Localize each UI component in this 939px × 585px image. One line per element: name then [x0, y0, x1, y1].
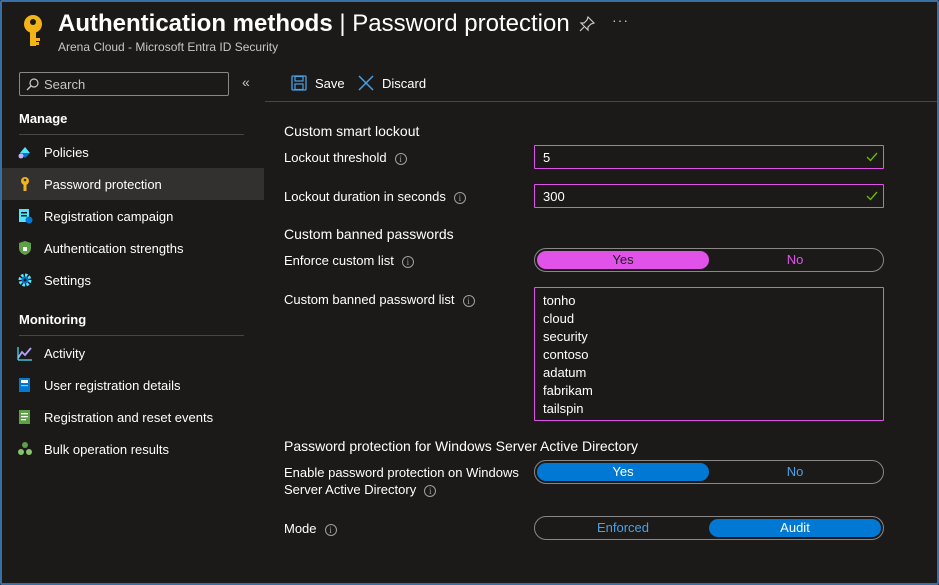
- sidebar-item-policies[interactable]: Policies: [2, 136, 264, 168]
- check-icon: [866, 191, 878, 201]
- enable-ad-protection-text: Enable password protection on Windows Se…: [284, 465, 519, 497]
- search-input[interactable]: [44, 75, 224, 93]
- save-label: Save: [315, 75, 345, 91]
- command-bar: Save Discard: [265, 62, 937, 102]
- key-icon: [24, 15, 42, 46]
- page-title-main: Authentication methods: [58, 10, 333, 37]
- lockout-duration-label: Lockout duration in seconds i: [284, 189, 466, 204]
- lockout-duration-text: Lockout duration in seconds: [284, 189, 446, 204]
- banned-password-item: tonho: [543, 293, 576, 308]
- sidebar-item-label: Bulk operation results: [44, 442, 170, 457]
- banned-password-item: security: [543, 329, 588, 344]
- enable-ad-no-option[interactable]: No: [709, 463, 881, 481]
- smart-lockout-title: Custom smart lockout: [284, 123, 420, 139]
- info-icon[interactable]: i: [462, 294, 475, 307]
- gear-icon: [18, 273, 32, 287]
- enable-ad-yes-option[interactable]: Yes: [537, 463, 709, 481]
- enforce-custom-list-toggle[interactable]: Yes No: [534, 248, 884, 272]
- lockout-duration-input[interactable]: [543, 188, 843, 204]
- user-details-icon: [19, 378, 30, 392]
- enforce-custom-list-text: Enforce custom list: [284, 253, 394, 268]
- more-options-icon[interactable]: ···: [612, 12, 629, 28]
- banned-list-text: Custom banned password list: [284, 292, 455, 307]
- info-icon[interactable]: i: [424, 484, 437, 497]
- enable-ad-protection-label: Enable password protection on Windows Se…: [284, 464, 529, 498]
- check-icon: [866, 152, 878, 162]
- sidebar-item-authentication-strengths[interactable]: Authentication strengths: [2, 232, 264, 264]
- sidebar-item-label: User registration details: [44, 378, 181, 393]
- page-subtitle: Arena Cloud - Microsoft Entra ID Securit…: [58, 40, 279, 54]
- registration-icon: [19, 209, 33, 224]
- sidebar-item-label: Registration campaign: [44, 209, 174, 224]
- info-icon[interactable]: i: [394, 152, 407, 165]
- sidebar-item-label: Password protection: [44, 177, 162, 192]
- save-icon: [291, 75, 307, 91]
- page-title-separator: |: [332, 10, 353, 37]
- info-icon[interactable]: i: [401, 255, 414, 268]
- sidebar-item-user-registration-details[interactable]: User registration details: [2, 369, 264, 401]
- save-button[interactable]: Save: [291, 74, 345, 92]
- shield-icon: [19, 241, 31, 255]
- monitoring-section-title: Monitoring: [19, 312, 87, 327]
- sidebar-item-bulk-operation-results[interactable]: Bulk operation results: [2, 433, 264, 465]
- lockout-duration-field[interactable]: [534, 184, 884, 208]
- banned-password-list-textarea[interactable]: tonho cloud security contoso adatum fabr…: [534, 287, 884, 421]
- lockout-threshold-input[interactable]: [543, 149, 843, 165]
- key-icon: [21, 177, 29, 191]
- sidebar-item-password-protection[interactable]: Password protection: [2, 168, 264, 200]
- mode-audit-option[interactable]: Audit: [709, 519, 881, 537]
- mode-toggle[interactable]: Enforced Audit: [534, 516, 884, 540]
- mode-enforced-option[interactable]: Enforced: [537, 519, 709, 537]
- pin-icon[interactable]: [579, 16, 595, 32]
- lockout-threshold-field[interactable]: [534, 145, 884, 169]
- sidebar-item-label: Settings: [44, 273, 91, 288]
- sidebar-item-label: Registration and reset events: [44, 410, 214, 425]
- mode-text: Mode: [284, 521, 317, 536]
- events-icon: [19, 410, 30, 424]
- collapse-sidebar-icon[interactable]: «: [242, 74, 250, 90]
- page-title: Authentication methods | Password protec…: [58, 9, 570, 39]
- sidebar: « Manage Policies Password protection Re…: [2, 62, 264, 583]
- sidebar-item-registration-campaign[interactable]: Registration campaign: [2, 200, 264, 232]
- banned-password-item: fabrikam: [543, 383, 593, 398]
- close-icon: [358, 75, 374, 91]
- info-icon[interactable]: i: [324, 523, 337, 536]
- mode-label: Mode i: [284, 521, 337, 536]
- ad-protection-title: Password protection for Windows Server A…: [284, 438, 639, 454]
- monitoring-divider: [19, 335, 244, 336]
- page-title-section: Password protection: [352, 10, 570, 37]
- banned-password-item: tailspin: [543, 401, 584, 416]
- sidebar-item-registration-reset-events[interactable]: Registration and reset events: [2, 401, 264, 433]
- enable-ad-protection-toggle[interactable]: Yes No: [534, 460, 884, 484]
- banned-password-item: cloud: [543, 311, 575, 326]
- search-icon: [26, 78, 39, 91]
- activity-chart-icon: [17, 347, 32, 361]
- discard-button[interactable]: Discard: [358, 74, 426, 92]
- sidebar-search[interactable]: [19, 72, 229, 96]
- manage-divider: [19, 134, 244, 135]
- lockout-threshold-label: Lockout threshold i: [284, 150, 407, 165]
- lockout-threshold-text: Lockout threshold: [284, 150, 387, 165]
- policies-icon: [18, 147, 30, 159]
- sidebar-item-label: Authentication strengths: [44, 241, 184, 256]
- enforce-yes-option[interactable]: Yes: [537, 251, 709, 269]
- sidebar-item-label: Policies: [44, 145, 89, 160]
- sidebar-item-activity[interactable]: Activity: [2, 337, 264, 369]
- main-content: Custom smart lockout Lockout threshold i …: [265, 102, 937, 583]
- bulk-icon: [18, 442, 32, 455]
- banned-list-label: Custom banned password list i: [284, 292, 475, 307]
- manage-section-title: Manage: [19, 111, 68, 126]
- enforce-no-option[interactable]: No: [709, 251, 881, 269]
- banned-passwords-title: Custom banned passwords: [284, 226, 454, 242]
- info-icon[interactable]: i: [453, 191, 466, 204]
- sidebar-item-settings[interactable]: Settings: [2, 264, 264, 296]
- enforce-custom-list-label: Enforce custom list i: [284, 253, 414, 268]
- banned-password-item: contoso: [543, 347, 589, 362]
- banned-password-item: adatum: [543, 365, 587, 380]
- discard-label: Discard: [382, 75, 427, 91]
- sidebar-item-label: Activity: [44, 346, 86, 361]
- page-header: Authentication methods | Password protec…: [0, 0, 939, 62]
